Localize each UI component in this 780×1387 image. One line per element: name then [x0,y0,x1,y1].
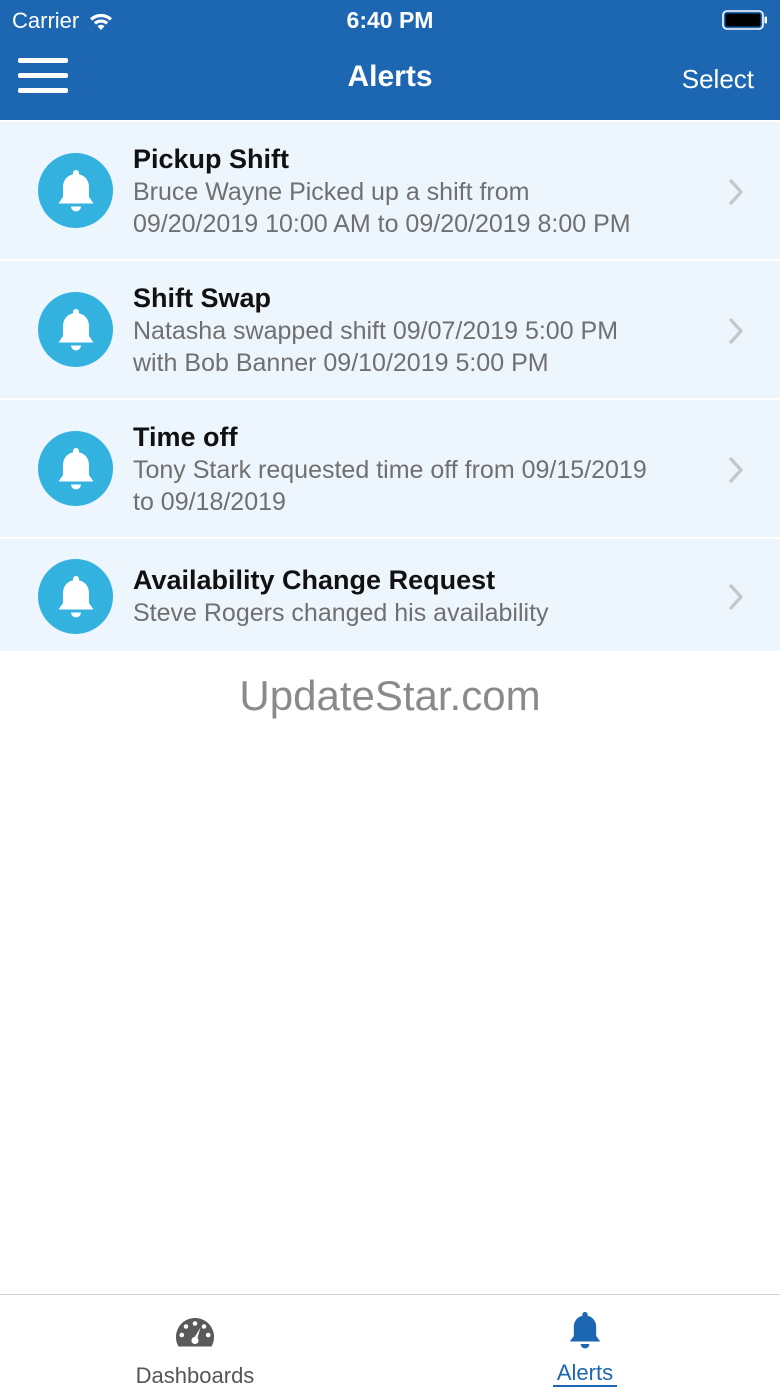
select-button[interactable]: Select [682,64,754,95]
battery-icon [722,10,767,30]
alert-title: Time off [133,422,238,452]
alert-text: Time off Tony Stark requested time off f… [133,420,710,518]
hamburger-menu-icon[interactable] [18,58,70,96]
bell-icon [58,169,93,211]
alert-description: Bruce Wayne Picked up a shift from [133,178,530,206]
bell-icon [58,575,93,617]
watermark: UpdateStar.com [239,672,541,719]
chevron-right-icon [729,584,743,610]
page-title: Alerts [347,60,433,93]
alert-badge [38,292,113,367]
alert-title: Shift Swap [133,283,272,313]
alert-row[interactable]: Pickup Shift Bruce Wayne Picked up a shi… [0,122,780,261]
alert-row[interactable]: Time off Tony Stark requested time off f… [0,400,780,539]
dashboard-gauge-icon [175,1318,215,1347]
alert-description: with Bob Banner 09/10/2019 5:00 PM [133,349,549,377]
alert-description: Steve Rogers changed his availability [133,599,549,627]
status-bar: Carrier 6:40 PM [0,0,780,40]
alert-description: Natasha swapped shift 09/07/2019 5:00 PM [133,317,619,345]
alert-badge [38,431,113,506]
alert-row[interactable]: Availability Change Request Steve Rogers… [0,539,780,653]
chevron-right-icon [729,457,743,483]
bell-icon [58,308,93,350]
alert-title: Pickup Shift [133,144,290,174]
tab-label: Alerts [556,1360,614,1385]
bell-icon [58,447,93,489]
alert-badge [38,153,113,228]
alert-text: Availability Change Request Steve Rogers… [133,563,710,629]
tab-bar: Dashboards Alerts [0,1294,780,1387]
tab-alerts[interactable]: Alerts [390,1295,780,1387]
chevron-right-icon [729,179,743,205]
alert-description: Tony Stark requested time off from 09/15… [133,456,647,484]
header: Carrier 6:40 PM Alerts Select [0,0,780,120]
tab-label: Dashboards [135,1363,255,1387]
alert-badge [38,559,113,634]
alert-description: 09/20/2019 10:00 AM to 09/20/2019 8:00 P… [133,210,631,238]
alert-row[interactable]: Shift Swap Natasha swapped shift 09/07/2… [0,261,780,400]
nav-bar: Alerts Select [0,40,780,120]
chevron-right-icon [729,318,743,344]
alert-text: Shift Swap Natasha swapped shift 09/07/2… [133,281,710,379]
bell-icon [569,1312,601,1349]
alert-list: Pickup Shift Bruce Wayne Picked up a shi… [0,122,780,653]
alert-text: Pickup Shift Bruce Wayne Picked up a shi… [133,142,710,240]
alert-title: Availability Change Request [133,565,496,595]
tab-dashboards[interactable]: Dashboards [0,1295,390,1387]
alert-description: to 09/18/2019 [133,488,286,516]
status-time: 6:40 PM [346,7,434,33]
